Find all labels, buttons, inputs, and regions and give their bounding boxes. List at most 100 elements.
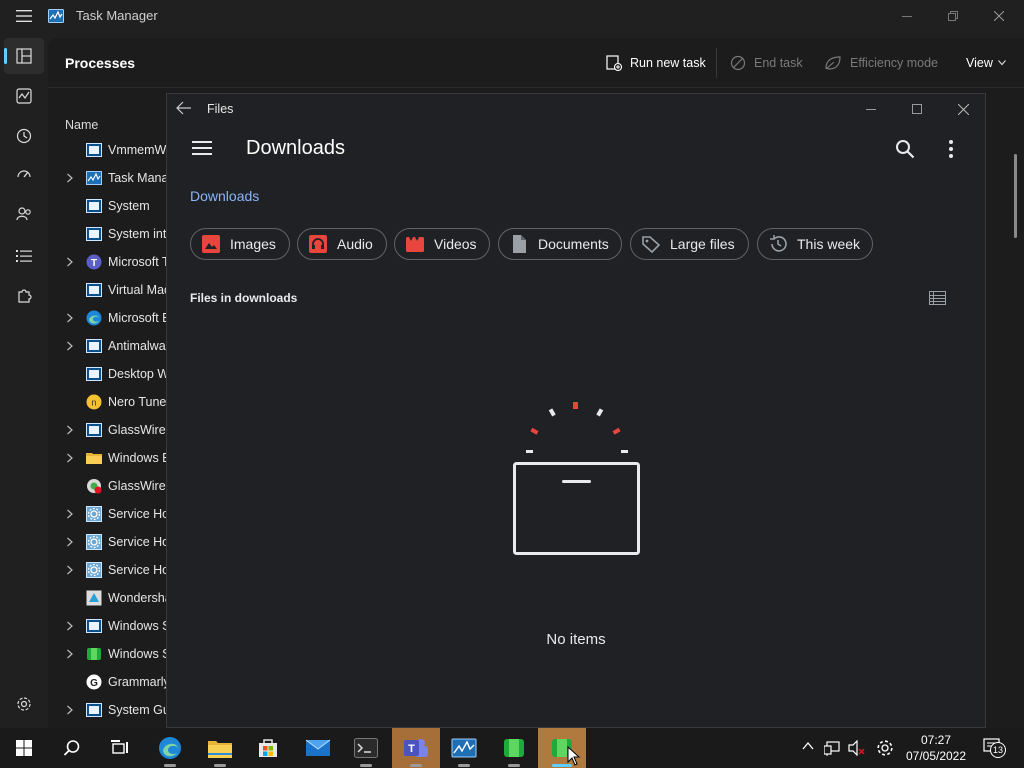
tray-overflow-chevron-icon[interactable] [802, 742, 814, 750]
files-window-title: Files [207, 102, 234, 116]
run-new-task-button[interactable]: Run new task [606, 38, 706, 88]
expand-chevron-icon[interactable] [66, 173, 74, 183]
nav-processes[interactable] [4, 38, 44, 74]
expand-chevron-icon[interactable] [66, 705, 74, 715]
task-manager-titlebar: Task Manager [0, 0, 1024, 32]
taskbar-edge[interactable] [146, 728, 194, 768]
chip-this-week[interactable]: This week [757, 228, 873, 260]
table-row[interactable]: System interrupts [48, 220, 166, 248]
taskbar-task-manager[interactable] [440, 728, 488, 768]
table-row[interactable]: Virtual Machine [48, 276, 166, 304]
nav-services[interactable] [4, 278, 44, 314]
nav-performance[interactable] [4, 78, 44, 114]
table-row[interactable]: Service Host [48, 500, 166, 528]
table-row[interactable]: GlassWire Control [48, 416, 166, 444]
chip-images[interactable]: Images [190, 228, 290, 260]
table-row[interactable]: Windows Explorer [48, 444, 166, 472]
expand-chevron-icon[interactable] [66, 453, 74, 463]
table-row[interactable]: GlassWire (32 bit) [48, 472, 166, 500]
table-row[interactable]: Task Manager [48, 164, 166, 192]
nav-details[interactable] [4, 238, 44, 274]
expand-chevron-icon[interactable] [66, 649, 74, 659]
table-row[interactable]: System [48, 192, 166, 220]
table-row[interactable]: Antimalware [48, 332, 166, 360]
nav-users[interactable] [4, 196, 44, 232]
nav-settings[interactable] [4, 686, 44, 722]
taskbar-store[interactable] [244, 728, 292, 768]
task-manager-logo-icon [48, 8, 64, 24]
expand-chevron-icon[interactable] [66, 341, 74, 351]
taskbar-mail[interactable] [294, 728, 342, 768]
table-row[interactable]: Desktop Window [48, 360, 166, 388]
menu-icon[interactable] [192, 141, 212, 155]
notification-center-button[interactable]: 13 [983, 738, 1006, 758]
settings-gear-icon[interactable] [876, 739, 894, 757]
task-view-button[interactable] [96, 728, 144, 768]
window-icon [86, 198, 102, 214]
search-button[interactable] [48, 728, 96, 768]
expand-chevron-icon[interactable] [66, 621, 74, 631]
more-options-icon[interactable] [949, 140, 953, 158]
table-row[interactable]: Windows Subsystem [48, 612, 166, 640]
chip-videos[interactable]: Videos [394, 228, 490, 260]
expand-chevron-icon[interactable] [66, 509, 74, 519]
volume-muted-icon[interactable] [848, 740, 866, 756]
taskbar-clock[interactable]: 07:27 07/05/2022 [900, 732, 972, 764]
nav-startup-apps[interactable] [4, 156, 44, 192]
tag-icon [642, 236, 661, 254]
expand-chevron-icon[interactable] [66, 257, 74, 267]
mouse-cursor-icon [567, 746, 581, 766]
expand-chevron-icon[interactable] [66, 565, 74, 575]
network-icon[interactable] [824, 740, 840, 756]
table-row[interactable]: n Nero TuneIt [48, 388, 166, 416]
close-button[interactable] [976, 0, 1022, 32]
files-minimize-button[interactable] [848, 94, 894, 124]
table-row[interactable]: T Microsoft Teams [48, 248, 166, 276]
table-row[interactable]: Microsoft Edge [48, 304, 166, 332]
table-row[interactable]: Wondershare [48, 584, 166, 612]
taskbar-teams[interactable]: T [392, 728, 440, 768]
list-view-icon[interactable] [929, 291, 946, 305]
edge-icon [159, 737, 181, 759]
nav-app-history[interactable] [4, 118, 44, 154]
taskbar-terminal[interactable] [342, 728, 390, 768]
search-icon[interactable] [895, 139, 915, 159]
process-name: GlassWire Control [108, 423, 166, 437]
table-row[interactable]: System Guard [48, 696, 166, 724]
empty-box-illustration [507, 394, 647, 559]
image-icon [202, 235, 220, 253]
hamburger-menu-icon[interactable] [10, 6, 38, 26]
end-task-label: End task [754, 56, 803, 70]
window-icon [86, 618, 102, 634]
expand-chevron-icon[interactable] [66, 313, 74, 323]
end-task-button[interactable]: End task [730, 38, 803, 88]
table-row[interactable]: G Grammarly [48, 668, 166, 696]
table-row[interactable]: VmmemWSL [48, 136, 166, 164]
taskbar-file-explorer[interactable] [196, 728, 244, 768]
expand-chevron-icon[interactable] [66, 425, 74, 435]
view-dropdown[interactable]: View [966, 38, 1006, 88]
efficiency-mode-button[interactable]: Efficiency mode [824, 38, 938, 88]
users-icon [16, 207, 31, 221]
speedometer-icon [17, 170, 31, 178]
table-row[interactable]: Service Host [48, 556, 166, 584]
files-close-button[interactable] [940, 94, 986, 124]
column-header-name[interactable]: Name [65, 118, 98, 132]
restore-button[interactable] [930, 0, 976, 32]
chip-documents[interactable]: Documents [498, 228, 622, 260]
start-button[interactable] [0, 728, 48, 768]
table-row[interactable]: Service Host [48, 528, 166, 556]
breadcrumb[interactable]: Downloads [190, 188, 259, 204]
chip-audio[interactable]: Audio [297, 228, 387, 260]
minimize-button[interactable] [884, 0, 930, 32]
scrollbar-thumb[interactable] [1014, 154, 1017, 238]
table-row[interactable]: Windows Subsystem [48, 640, 166, 668]
back-arrow-icon[interactable] [176, 101, 192, 115]
expand-chevron-icon[interactable] [66, 537, 74, 547]
files-maximize-button[interactable] [894, 94, 940, 124]
section-title: Files in downloads [190, 291, 298, 305]
taskbar-android-app[interactable] [490, 728, 538, 768]
chip-large-files[interactable]: Large files [630, 228, 749, 260]
run-new-task-label: Run new task [630, 56, 706, 70]
gear-icon [86, 562, 102, 578]
